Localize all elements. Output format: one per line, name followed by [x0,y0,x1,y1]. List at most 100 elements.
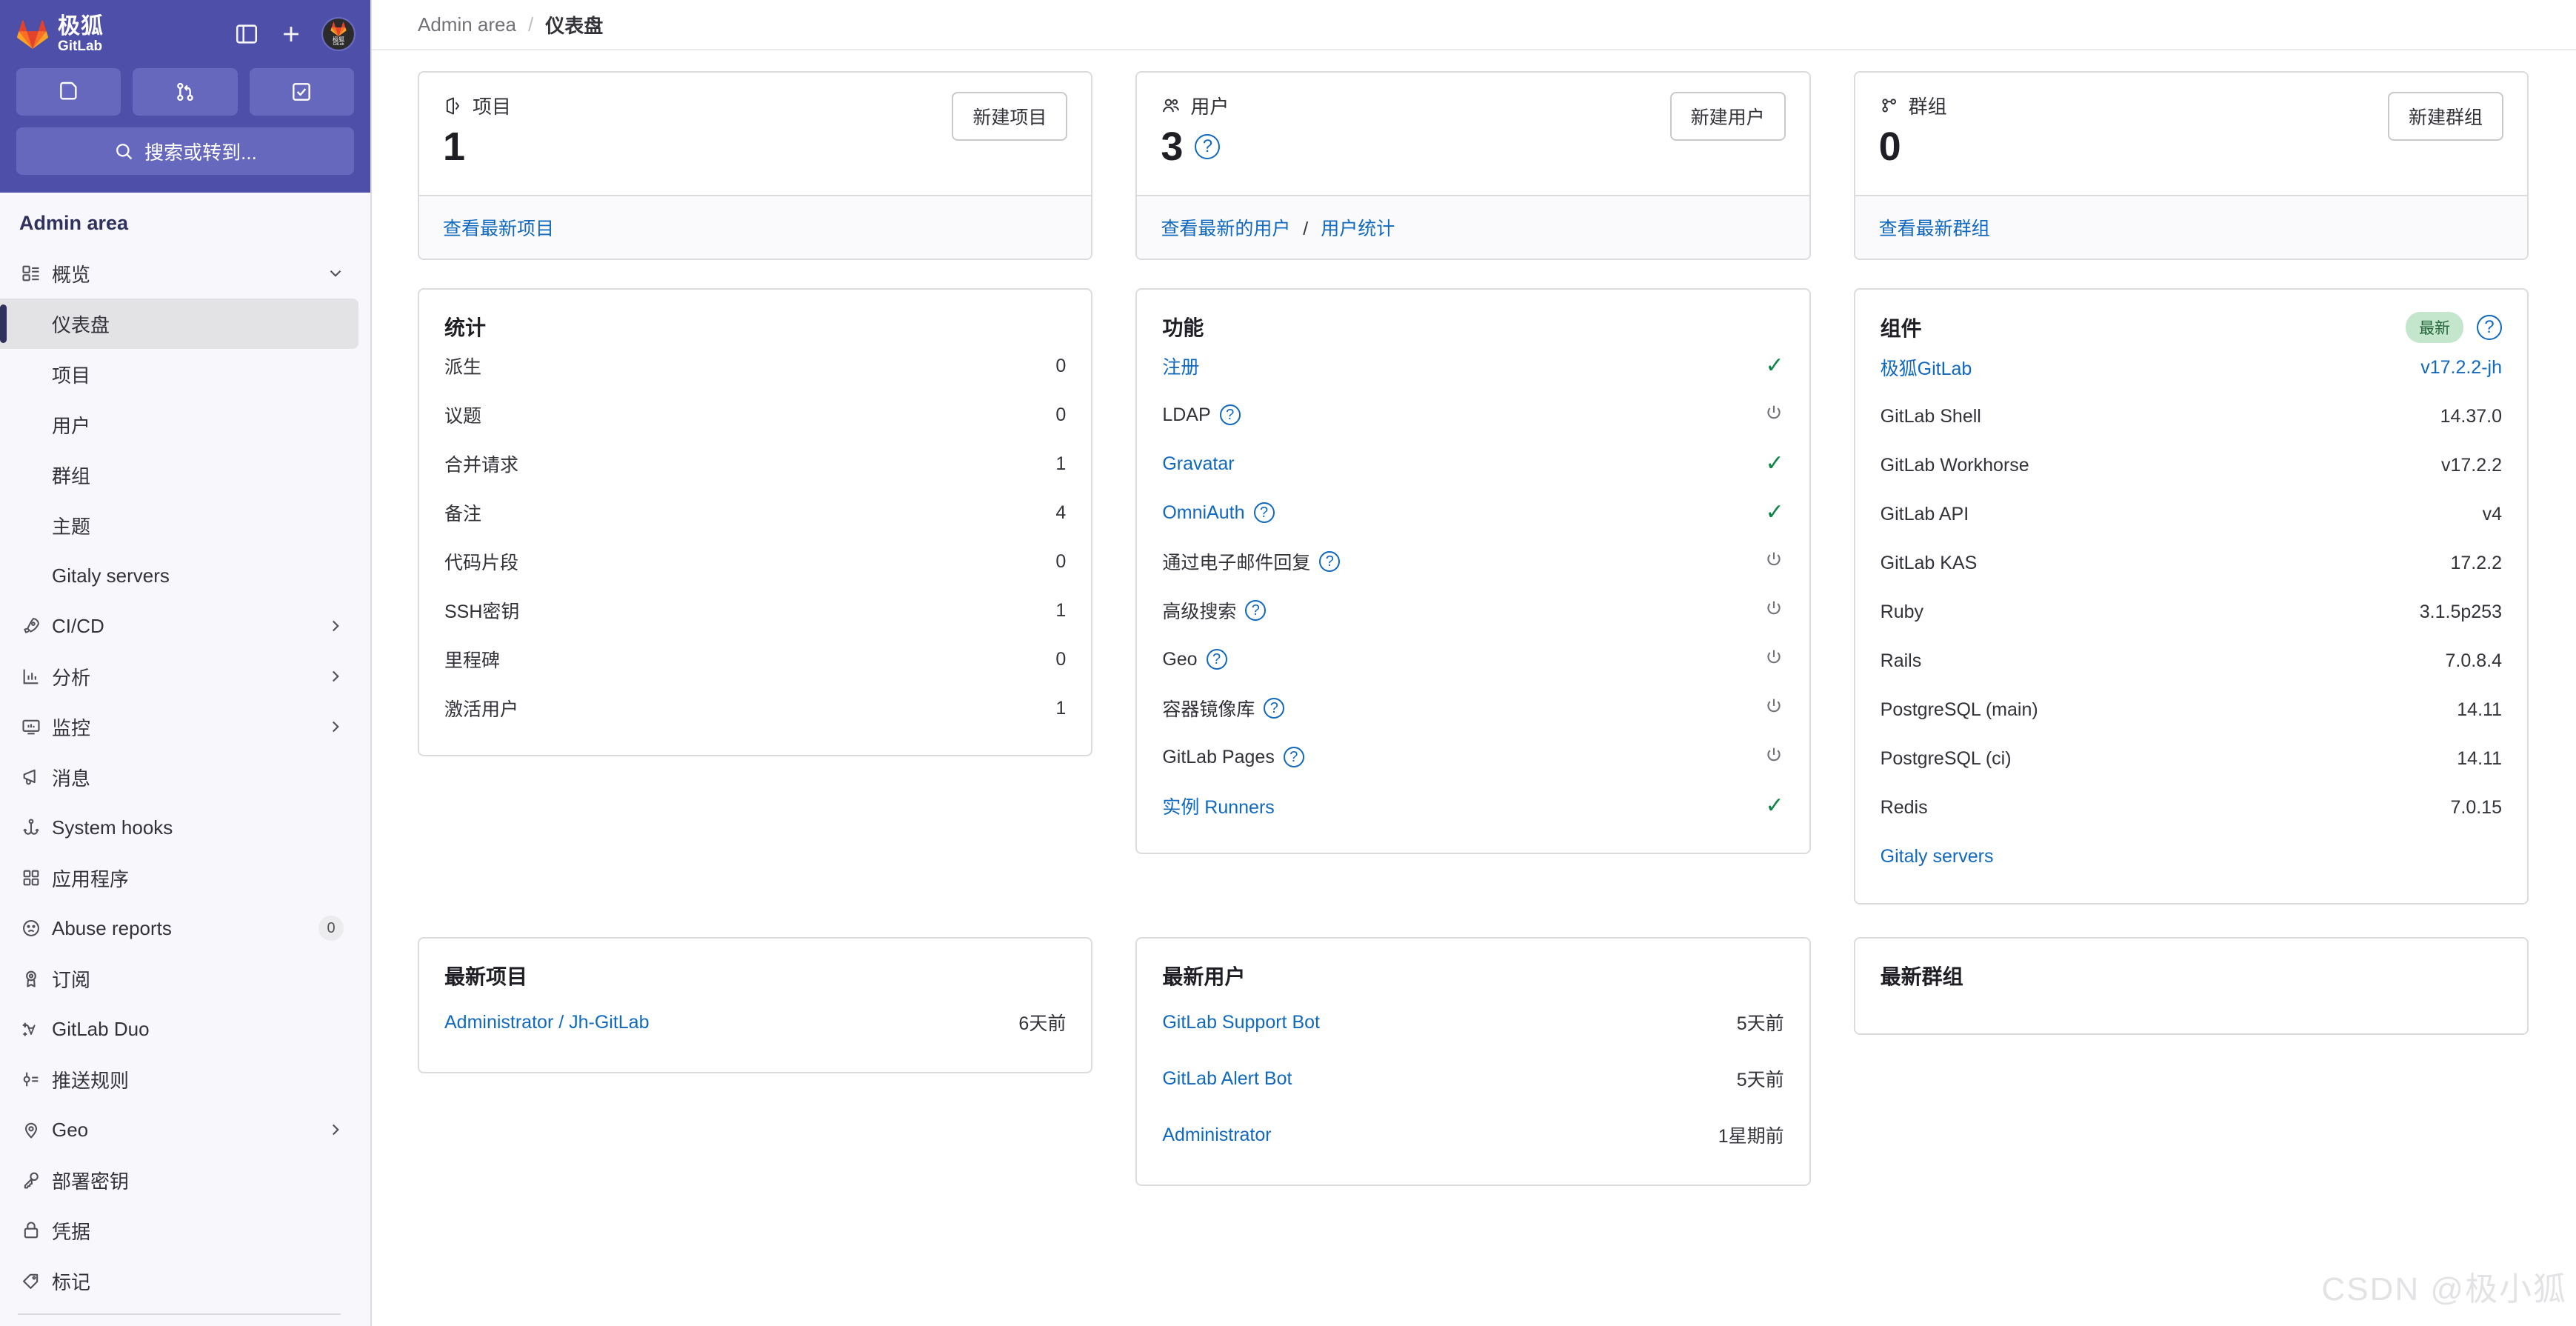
chevron-right-icon[interactable] [326,1120,345,1139]
sidebar-item-label: CI/CD [52,614,104,637]
component-version: v17.2.2 [2440,454,2502,476]
sidebar-item-gitlab-duo[interactable]: GitLab Duo [0,1004,358,1054]
projects-stat-label: 项目 [473,96,512,118]
gitlab-logo[interactable]: 极狐 GitLab [16,15,104,54]
features-row: 容器镜像库 ? [1162,684,1783,733]
sidebar-item-users[interactable]: 用户 [0,399,358,450]
sidebar-item-system-hooks[interactable]: System hooks [0,802,358,853]
component-name: Rails [1880,650,1922,671]
component-name[interactable]: 极狐GitLab [1881,354,1972,381]
sidebar-item-label: System hooks [52,816,173,839]
groups-stat-label: 群组 [1908,96,1947,118]
breadcrumb-current: 仪表盘 [545,14,604,37]
latest-projects-title: 最新项目 [444,965,528,988]
sidebar-item-push-rules[interactable]: 推送规则 [0,1054,358,1105]
sidebar-item-monitoring[interactable]: 监控 [0,702,358,752]
feature-status-off-icon [1764,598,1784,624]
statistics-value: 0 [1055,648,1067,670]
view-latest-users-link[interactable]: 查看最新的用户 [1161,219,1290,239]
chevron-right-icon[interactable] [326,667,345,686]
chevron-right-icon[interactable] [326,717,345,736]
view-latest-groups-link[interactable]: 查看最新群组 [1879,219,1990,239]
view-latest-projects-link[interactable]: 查看最新项目 [443,219,554,239]
latest-user-name[interactable]: Administrator [1162,1125,1271,1146]
latest-cards-row: 最新项目 Administrator / Jh-GitLab 6天前 最新用户 … [418,904,2529,1186]
avatar[interactable]: 极狐 GitLab [321,17,356,51]
latest-project-name[interactable]: Administrator / Jh-GitLab [444,1012,650,1033]
latest-user-name[interactable]: GitLab Alert Bot [1162,1068,1292,1090]
sidebar-item-deploy-keys[interactable]: 部署密钥 [0,1155,358,1205]
sidebar-item-cicd[interactable]: CI/CD [0,601,358,651]
hook-icon [21,817,52,838]
components-card: 组件 最新 ? 极狐GitLab v17.2.2-jh GitLab Shell… [1853,288,2529,904]
sidebar-item-messages[interactable]: 消息 [0,752,358,802]
chevron-down-icon[interactable] [326,264,345,283]
feature-help-icon[interactable]: ? [1264,698,1285,719]
sidebar-item-gitaly-servers[interactable]: Gitaly servers [0,550,358,601]
component-version[interactable]: v17.2.2-jh [2420,357,2502,379]
search-input[interactable]: 搜索或转到... [16,127,354,175]
new-group-button[interactable]: 新建群组 [2387,92,2503,141]
sidebar-item-topics[interactable]: 主题 [0,500,358,550]
feature-help-icon[interactable]: ? [1219,404,1241,425]
feature-help-icon[interactable]: ? [1253,502,1275,523]
features-row: Geo ? [1162,635,1783,684]
component-row: Rails 7.0.8.4 [1881,636,2502,685]
projects-stat-head: 项目 [443,92,952,119]
plus-icon[interactable] [278,21,304,47]
sidebar-item-geo[interactable]: Geo [0,1105,358,1155]
component-row: Ruby 3.1.5p253 [1881,587,2502,636]
sidebar-item-subscription[interactable]: 订阅 [0,953,358,1004]
projects-stat-body: 项目 1 新建项目 [419,73,1091,195]
rocket-icon [21,616,52,636]
feature-label-wrap: 容器镜像库 ? [1162,695,1285,722]
sidebar-item-labels[interactable]: 标记 [0,1256,358,1306]
chevron-right-icon[interactable] [326,616,345,636]
push-rules-icon [21,1069,52,1090]
sidebar-item-credentials[interactable]: 凭据 [0,1205,358,1256]
feature-help-icon[interactable]: ? [1319,551,1341,572]
brand-name-en: GitLab [58,38,103,54]
topbar-icons: 极狐 GitLab [234,17,356,51]
component-version: 7.0.15 [2450,796,2502,818]
user-statistics-link[interactable]: 用户统计 [1321,219,1395,239]
feature-label[interactable]: 注册 [1162,353,1199,379]
sidebar-item-projects[interactable]: 项目 [0,349,358,399]
new-user-button[interactable]: 新建用户 [1669,92,1786,141]
statistics-key: 里程碑 [444,650,501,671]
components-help-icon[interactable]: ? [2476,315,2502,340]
feature-status-off-icon [1764,744,1784,770]
issues-shortcut[interactable] [16,68,121,116]
new-project-button[interactable]: 新建项目 [952,92,1068,141]
statistics-row: 里程碑 0 [444,635,1066,684]
projects-stat-value: 1 [443,124,466,169]
groups-stat-value: 0 [1878,124,1901,169]
feature-label[interactable]: Gravatar [1162,453,1234,475]
users-help-icon[interactable]: ? [1195,134,1221,159]
sidebar-item-overview[interactable]: 概览 [0,248,358,299]
panel-toggle-icon[interactable] [234,21,259,47]
statistics-key: 议题 [444,406,482,427]
sidebar-item-analytics[interactable]: 分析 [0,651,358,702]
breadcrumb-root[interactable]: Admin area [418,13,516,36]
users-stat-card: 用户 3 ? 新建用户 查看最新的用户 / 用户统计 [1135,71,1811,260]
gitaly-servers-link[interactable]: Gitaly servers [1881,846,1994,867]
sidebar-item-groups[interactable]: 群组 [0,450,358,500]
statistics-title: 统计 [444,316,487,339]
feature-label[interactable]: OmniAuth [1162,502,1244,524]
feature-label[interactable]: 实例 Runners [1162,793,1274,819]
feature-status-on-icon: ✓ [1765,793,1784,818]
sidebar-item-applications[interactable]: 应用程序 [0,853,358,903]
sidebar-item-dashboard[interactable]: 仪表盘 [0,299,358,349]
latest-user-name[interactable]: GitLab Support Bot [1162,1012,1320,1033]
feature-help-icon[interactable]: ? [1283,747,1304,767]
component-row: PostgreSQL (main) 14.11 [1881,685,2502,734]
sidebar-item-label: 凭据 [52,1220,91,1243]
todos-shortcut[interactable] [249,68,354,116]
sidebar-item-abuse-reports[interactable]: Abuse reports 0 [0,903,358,953]
feature-help-icon[interactable]: ? [1245,600,1267,621]
feature-help-icon[interactable]: ? [1206,649,1227,670]
merge-requests-shortcut[interactable] [133,68,238,116]
features-row: 通过电子邮件回复 ? [1162,537,1783,586]
megaphone-icon [21,767,52,787]
